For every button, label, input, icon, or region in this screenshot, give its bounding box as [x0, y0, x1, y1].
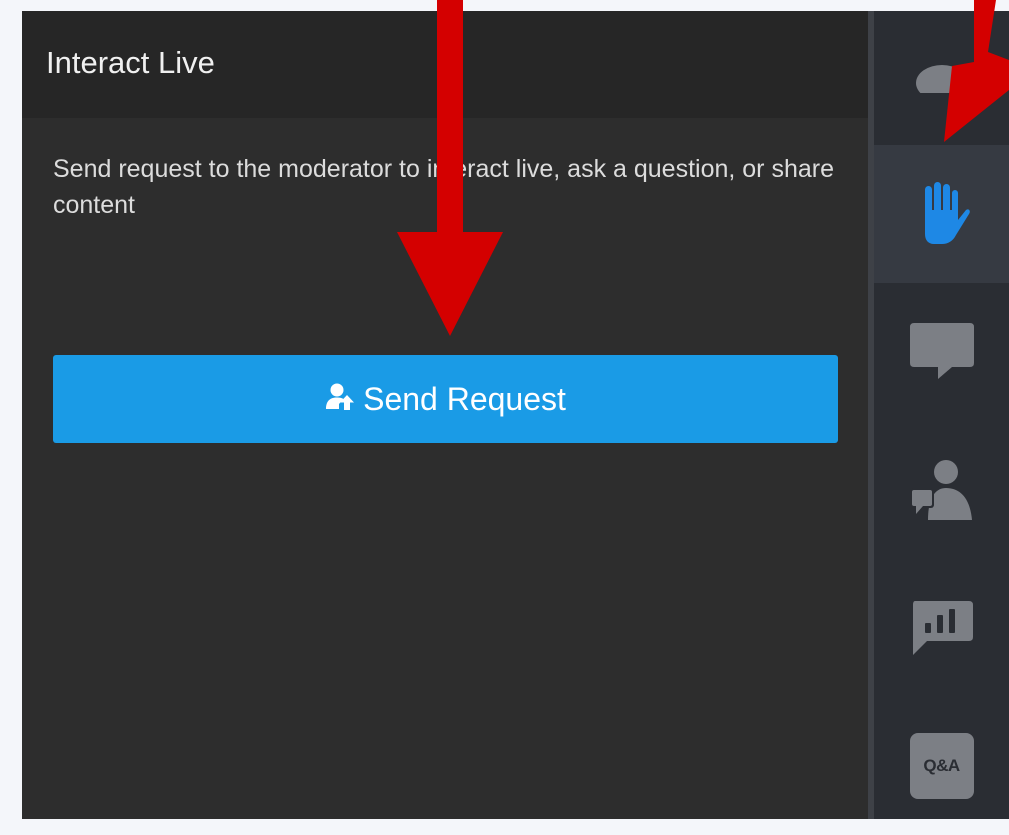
chat-icon: [908, 321, 976, 383]
qa-icon: Q&A: [909, 733, 974, 799]
rail-item-chat[interactable]: [874, 283, 1009, 421]
rail-item-poll[interactable]: [874, 559, 1009, 697]
raise-hand-icon: [914, 180, 970, 248]
rail-item-ask-expert[interactable]: [874, 421, 1009, 559]
ask-expert-icon: [908, 458, 976, 522]
side-rail: Q&A: [874, 11, 1009, 819]
participants-icon: [910, 63, 974, 93]
send-request-button[interactable]: Send Request: [53, 355, 838, 443]
send-request-label: Send Request: [363, 380, 566, 417]
user-upload-icon: [326, 383, 355, 410]
panel-header: Interact Live: [22, 11, 868, 118]
poll-icon: [909, 597, 975, 659]
rail-item-participants[interactable]: [874, 11, 1009, 145]
interact-live-app: Interact Live Send request to the modera…: [22, 11, 1009, 819]
rail-item-qa[interactable]: Q&A: [874, 697, 1009, 835]
panel-description: Send request to the moderator to interac…: [53, 155, 834, 219]
rail-item-raise-hand[interactable]: [874, 145, 1009, 283]
panel-title: Interact Live: [46, 45, 215, 80]
